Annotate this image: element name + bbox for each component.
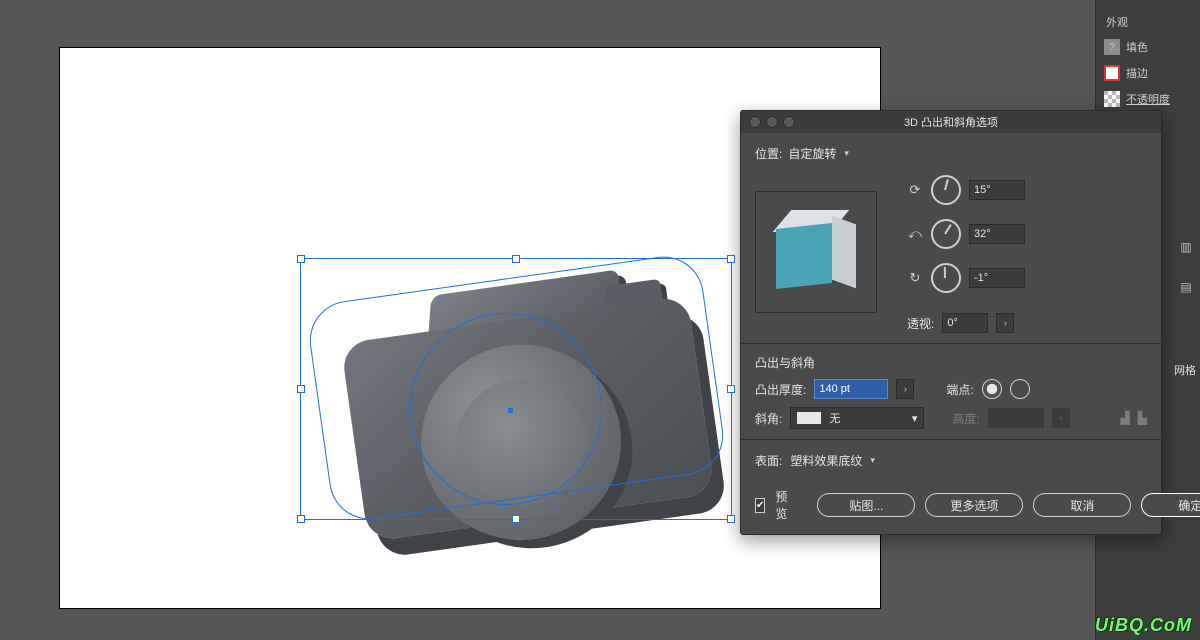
position-select[interactable]: 自定旋转 — [788, 143, 849, 163]
extrude-depth-stepper[interactable]: › — [896, 379, 914, 399]
peek-panel-label: 网格 — [1174, 362, 1196, 378]
cap-solid-button[interactable] — [982, 379, 1002, 399]
appearance-opacity-row[interactable]: 不透明度 — [1096, 86, 1200, 112]
rotation-x-input[interactable] — [969, 180, 1025, 200]
window-min-dot[interactable] — [766, 116, 778, 128]
bevel-in-icon: ▟ — [1121, 411, 1130, 425]
dock-icon[interactable]: ▤ — [1180, 280, 1191, 294]
perspective-input[interactable] — [942, 313, 988, 333]
right-dock-icons: ▥ ▤ — [1176, 240, 1196, 294]
extrude-depth-input[interactable] — [814, 379, 888, 399]
rotation-x-row: ⟳ — [907, 175, 1025, 205]
cube-face-front — [776, 223, 832, 289]
rotation-y-row: ⤺ — [907, 219, 1025, 249]
surface-label: 表面: — [755, 452, 782, 469]
rotate-x-icon: ⟳ — [907, 182, 923, 198]
cap-hollow-button[interactable] — [1010, 379, 1030, 399]
surface-select[interactable]: 塑料效果底纹 — [790, 450, 875, 470]
extrude-depth-row: 凸出厚度: › 端点: — [755, 379, 1147, 399]
stroke-swatch-icon[interactable] — [1104, 65, 1120, 81]
appearance-stroke-row[interactable]: 描边 — [1096, 60, 1200, 86]
dialog-footer: ✔ 预览 贴图... 更多选项 取消 确定 — [741, 480, 1161, 534]
bevel-height-label: 高度: — [952, 410, 979, 427]
appearance-fill-row[interactable]: ? 填色 — [1096, 34, 1200, 60]
stroke-label: 描边 — [1126, 65, 1148, 81]
window-close-dot[interactable] — [749, 116, 761, 128]
separator — [741, 439, 1161, 440]
dock-icon[interactable]: ▥ — [1180, 240, 1191, 254]
camera-illustration — [301, 220, 759, 576]
selection-handle[interactable] — [297, 385, 305, 393]
extrude-depth-label: 凸出厚度: — [755, 381, 806, 398]
separator — [741, 343, 1161, 344]
rotate-y-icon: ⤺ — [907, 226, 923, 242]
selection-handle[interactable] — [727, 255, 735, 263]
rotation-x-dial[interactable] — [931, 175, 961, 205]
rotation-track-cube[interactable] — [755, 191, 877, 313]
window-max-dot[interactable] — [783, 116, 795, 128]
dialog-title: 3D 凸出和斜角选项 — [904, 114, 998, 130]
cube-face-side — [832, 216, 856, 289]
cap-label: 端点: — [946, 381, 973, 398]
rotation-z-row: ↻ — [907, 263, 1025, 293]
perspective-stepper[interactable]: › — [996, 313, 1014, 333]
preview-label[interactable]: 预览 — [775, 488, 787, 522]
ok-button[interactable]: 确定 — [1141, 493, 1200, 517]
selection-handle[interactable] — [297, 515, 305, 523]
bevel-height-stepper: › — [1052, 408, 1070, 428]
rotate-z-icon: ↻ — [907, 270, 923, 286]
dialog-titlebar[interactable]: 3D 凸出和斜角选项 — [741, 111, 1161, 133]
position-value: 自定旋转 — [788, 145, 836, 162]
bevel-select[interactable]: 无 ▾ — [790, 407, 924, 429]
fill-swatch-icon[interactable]: ? — [1104, 39, 1120, 55]
position-label: 位置: — [755, 145, 782, 162]
opacity-swatch-icon[interactable] — [1104, 91, 1120, 107]
bevel-preview-icon — [797, 412, 821, 424]
selection-handle[interactable] — [297, 255, 305, 263]
bevel-value: 无 — [829, 410, 840, 426]
rotation-y-dial[interactable] — [931, 219, 961, 249]
map-art-button[interactable]: 贴图... — [817, 493, 915, 517]
bevel-out-icon: ▙ — [1138, 411, 1147, 425]
preview-checkbox[interactable]: ✔ — [755, 498, 765, 513]
rotation-z-dial[interactable] — [931, 263, 961, 293]
perspective-label: 透视: — [907, 315, 934, 332]
appearance-panel-title: 外观 — [1096, 10, 1200, 34]
fill-label: 填色 — [1126, 39, 1148, 55]
position-row: 位置: 自定旋转 — [755, 143, 1147, 163]
surface-row: 表面: 塑料效果底纹 — [755, 450, 1147, 470]
dropdown-icon: ▾ — [912, 412, 918, 425]
rotation-inputs: ⟳ ⤺ ↻ 透视: › — [907, 175, 1025, 333]
bevel-height-input — [988, 408, 1044, 428]
window-traffic-lights[interactable] — [749, 116, 795, 128]
dialog-3d-extrude-bevel[interactable]: 3D 凸出和斜角选项 位置: 自定旋转 ⟳ — [740, 110, 1162, 535]
rotation-z-input[interactable] — [969, 268, 1025, 288]
surface-value: 塑料效果底纹 — [790, 452, 862, 469]
watermark: UiBQ.CoM — [1095, 615, 1192, 636]
cancel-button[interactable]: 取消 — [1033, 493, 1131, 517]
bevel-row: 斜角: 无 ▾ 高度: › ▟ ▙ — [755, 407, 1147, 429]
opacity-label: 不透明度 — [1126, 91, 1170, 107]
extrude-bevel-heading: 凸出与斜角 — [755, 354, 1147, 371]
bevel-label: 斜角: — [755, 410, 782, 427]
more-options-button[interactable]: 更多选项 — [925, 493, 1023, 517]
cube-preview — [776, 212, 856, 292]
rotation-y-input[interactable] — [969, 224, 1025, 244]
